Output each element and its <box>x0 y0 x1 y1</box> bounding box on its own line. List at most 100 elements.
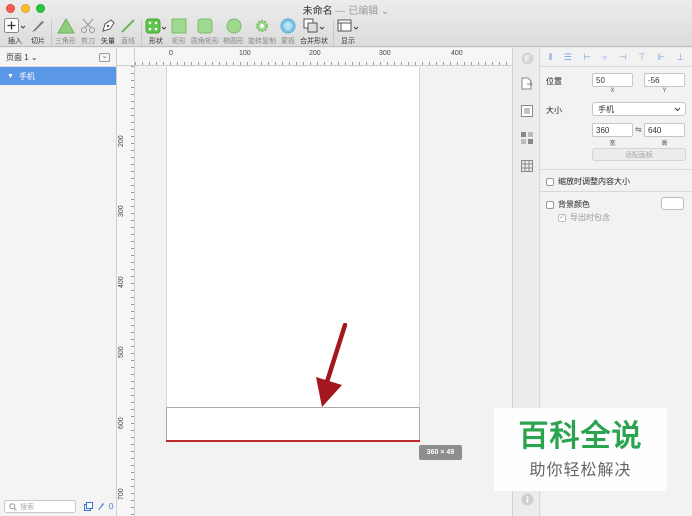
horizontal-ruler[interactable]: 0 100 200 300 400 <box>135 48 512 66</box>
phone-artboard[interactable] <box>166 67 420 440</box>
lock-ratio-icon[interactable]: ⇋ <box>635 125 642 134</box>
layer-search-input[interactable]: 搜索 <box>4 500 76 513</box>
align-right-icon[interactable]: ⊣ <box>619 52 627 63</box>
tool-label: 插入 <box>8 38 22 45</box>
ruler-tick <box>131 171 134 172</box>
ruler-tick <box>506 62 507 65</box>
ruler-tick <box>131 507 134 508</box>
oval-icon <box>226 18 241 33</box>
ruler-tick <box>131 311 134 312</box>
resize-content-checkbox[interactable]: 缩放时调整内容大小 <box>546 176 630 187</box>
triangle-tool[interactable]: 三角形 <box>55 16 76 46</box>
view-tool[interactable]: 显示 <box>337 16 359 46</box>
rectangle-icon <box>171 18 187 33</box>
sidebar-footer-buttons: 0 <box>84 502 113 511</box>
ruler-tick <box>131 486 134 487</box>
ruler-label: 0 <box>169 50 173 57</box>
ruler-tick <box>131 444 134 445</box>
copy-icon[interactable] <box>84 502 93 511</box>
inspector-tab-info[interactable] <box>520 492 534 506</box>
ruler-tick <box>131 262 134 263</box>
ruler-tick <box>373 62 374 65</box>
mask-tool[interactable]: 蒙板 <box>280 16 296 46</box>
ruler-tick <box>131 472 134 473</box>
insert-tool[interactable]: 插入 <box>4 16 26 46</box>
ruler-tick <box>131 220 134 221</box>
align-top-icon[interactable]: ⊤ <box>638 52 646 63</box>
inspector-tab-layout[interactable] <box>520 104 534 118</box>
slice-tool[interactable]: 切片 <box>30 16 46 46</box>
ruler-tick <box>387 62 388 65</box>
background-color-well[interactable] <box>661 197 684 210</box>
x-position-input[interactable]: 50 <box>592 73 633 87</box>
scissors-tool[interactable]: 剪刀 <box>80 16 96 46</box>
inspector-tab-fonts[interactable]: F <box>520 51 534 65</box>
ruler-tick <box>131 360 134 361</box>
rectangle-tool[interactable]: 矩形 <box>171 16 187 46</box>
ruler-tick <box>240 62 241 65</box>
combine-icon <box>303 18 325 32</box>
ruler-tick <box>131 199 134 200</box>
ruler-label: 500 <box>118 346 125 358</box>
combine-tool[interactable]: 合并形状 <box>300 16 328 46</box>
oval-tool[interactable]: 椭圆形 <box>223 16 244 46</box>
rounded-rectangle-tool[interactable]: 圆角矩形 <box>191 16 219 46</box>
shape-icon <box>145 18 167 33</box>
distribute-vertical-icon[interactable]: ☰ <box>564 52 572 63</box>
disclosure-triangle-icon[interactable]: ▼ <box>7 73 14 80</box>
vertical-ruler[interactable]: 200 300 400 500 600 700 <box>117 66 135 516</box>
align-center-icon[interactable]: ⫟ <box>602 52 607 63</box>
ruler-label: 200 <box>118 135 125 147</box>
line-tool[interactable]: 直线 <box>120 16 136 46</box>
align-middle-icon[interactable]: ⊩ <box>657 52 665 63</box>
ruler-tick <box>131 514 134 515</box>
scissors-icon <box>81 18 95 33</box>
align-left-icon[interactable]: ⊢ <box>583 52 591 63</box>
toolbar-separator <box>141 20 142 46</box>
tool-label: 旋转复制 <box>248 38 276 45</box>
inspector-tab-components[interactable] <box>520 131 534 145</box>
ruler-tick <box>394 62 395 65</box>
toolbar-separator <box>51 20 52 46</box>
ruler-tick <box>408 62 409 65</box>
ruler-tick <box>131 297 134 298</box>
ruler-tick <box>275 62 276 65</box>
watermark-title: 百科全说 <box>518 419 643 453</box>
distribute-horizontal-icon[interactable]: ⫴ <box>549 52 553 63</box>
size-preset-value: 手机 <box>598 104 614 114</box>
ruler-tick <box>492 62 493 65</box>
ruler-tick <box>131 122 134 123</box>
brush-icon[interactable] <box>97 502 105 511</box>
page-selector[interactable]: 页面 1 ⌄ <box>6 52 38 63</box>
background-color-checkbox[interactable]: 背景颜色 <box>546 199 590 210</box>
canvas-area[interactable]: 0 100 200 300 400 200 300 400 500 600 70… <box>117 48 512 516</box>
pen-icon <box>102 18 115 32</box>
inspector-tab-export[interactable] <box>520 76 534 90</box>
fit-to-content-button[interactable]: 适配画板 <box>592 148 686 161</box>
tool-row: 插入 切片 三角形 剪刀 矢量 直线 形状 矩形 圆角矩形 椭圆形 旋转复制 蒙… <box>4 16 363 46</box>
inspector-tab-grid[interactable] <box>520 159 534 173</box>
ruler-tick <box>131 206 134 207</box>
layer-item-artboard[interactable]: ▼ 手机 <box>0 67 116 85</box>
ruler-tick <box>317 62 318 65</box>
width-input[interactable]: 360 <box>592 123 633 137</box>
size-preset-select[interactable]: 手机 <box>592 102 686 116</box>
vector-tool[interactable]: 矢量 <box>100 16 116 46</box>
rotate-copy-tool[interactable]: 旋转复制 <box>248 16 276 46</box>
ruler-tick <box>184 62 185 65</box>
ruler-tick <box>471 62 472 65</box>
display-icon <box>337 19 359 31</box>
ruler-tick <box>131 395 134 396</box>
toggle-pages-button[interactable]: ⌄ <box>99 52 110 62</box>
ruler-tick <box>142 62 143 65</box>
ruler-label: 700 <box>118 488 125 500</box>
selected-rectangle[interactable] <box>166 407 420 441</box>
ruler-tick <box>131 143 134 144</box>
ruler-tick <box>282 62 283 65</box>
ruler-tick <box>226 62 227 65</box>
align-bottom-icon[interactable]: ⊥ <box>676 52 684 63</box>
y-position-input[interactable]: -56 <box>644 73 685 87</box>
height-input[interactable]: 640 <box>644 123 685 137</box>
shape-tool[interactable]: 形状 <box>145 16 167 46</box>
include-in-export-checkbox[interactable]: ✓ 导出时包含 <box>558 212 610 223</box>
